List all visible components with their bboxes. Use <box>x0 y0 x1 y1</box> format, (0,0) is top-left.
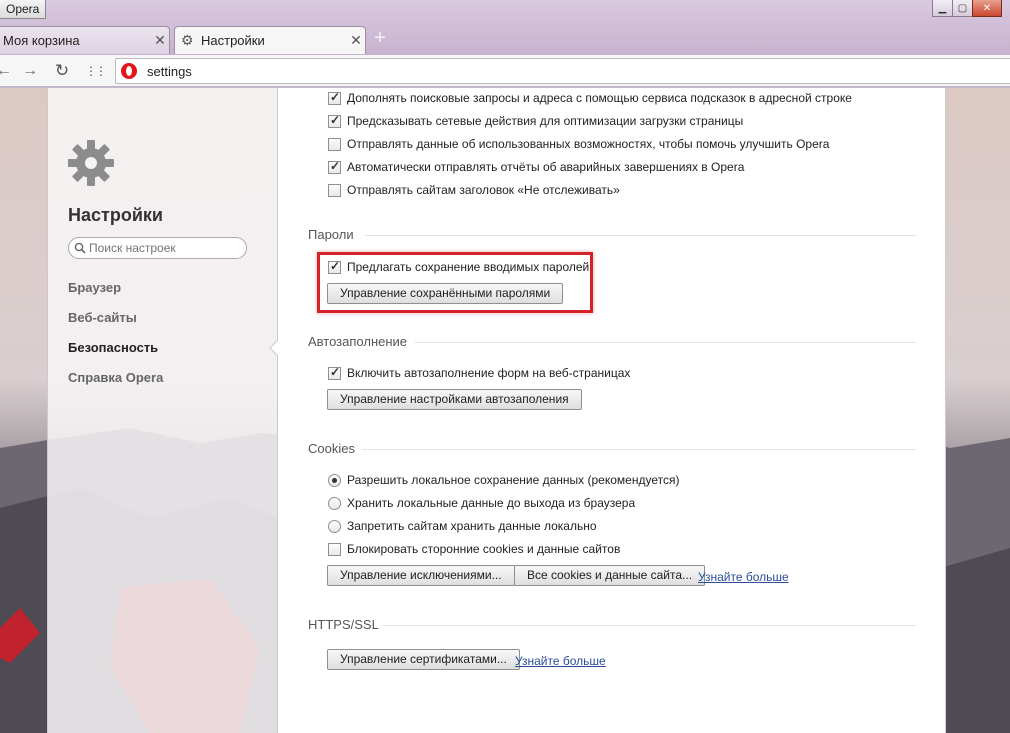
sidebar-item-security[interactable]: Безопасность <box>68 340 158 355</box>
manage-certificates-button[interactable]: Управление сертификатами... <box>327 649 520 670</box>
sidebar-item-websites[interactable]: Веб-сайты <box>68 310 137 325</box>
radio-button[interactable] <box>328 519 341 533</box>
checkbox[interactable] <box>328 137 341 151</box>
sidebar-item-help[interactable]: Справка Opera <box>68 370 163 385</box>
search-icon <box>74 242 86 254</box>
option-label: Автоматически отправлять отчёты об авари… <box>347 160 745 174</box>
opera-logo-icon <box>121 63 137 79</box>
tab-label: Настройки <box>201 33 265 48</box>
tab-my-cart[interactable]: Моя корзина ✕ <box>0 26 170 54</box>
block-third-party-option[interactable]: Блокировать сторонние cookies и данные с… <box>328 542 620 556</box>
title-bar: Opera ▁ ▢ ✕ Моя корзина ✕ ⚙ Настройки ✕ … <box>0 0 1010 56</box>
close-window-icon[interactable]: ✕ <box>972 0 1002 17</box>
page-title: Настройки <box>68 205 163 225</box>
speed-dial-icon[interactable]: ⋮⋮ <box>85 61 107 81</box>
section-title-passwords: Пароли <box>308 227 354 242</box>
checkbox[interactable] <box>328 183 341 197</box>
privacy-option[interactable]: Отправлять сайтам заголовок «Не отслежив… <box>328 183 620 197</box>
radio-button[interactable] <box>328 473 341 487</box>
gear-icon: ⚙ <box>181 32 194 48</box>
offer-save-passwords-option[interactable]: Предлагать сохранение вводимых паролей <box>328 259 590 274</box>
tab-close-icon[interactable]: ✕ <box>151 32 169 49</box>
forward-arrow-icon[interactable]: → <box>20 61 40 81</box>
opera-menu-button[interactable]: Opera <box>0 0 47 19</box>
back-arrow-icon[interactable]: ← <box>0 61 14 81</box>
sidebar-item-browser[interactable]: Браузер <box>68 280 121 295</box>
cookie-option[interactable]: Разрешить локальное сохранение данных (р… <box>328 473 679 487</box>
option-label: Отправлять данные об использованных возм… <box>347 137 830 151</box>
new-tab-button[interactable]: + <box>371 28 389 48</box>
learn-more-link[interactable]: Узнайте больше <box>698 570 789 584</box>
checkbox[interactable] <box>328 90 341 105</box>
settings-content: Дополнять поисковые запросы и адреса с п… <box>278 88 946 733</box>
privacy-option[interactable]: Предсказывать сетевые действия для оптим… <box>328 113 744 128</box>
option-label: Дополнять поисковые запросы и адреса с п… <box>347 91 852 105</box>
checkbox[interactable] <box>328 259 341 274</box>
section-title-https: HTTPS/SSL <box>308 617 379 632</box>
section-title-cookies: Cookies <box>308 441 355 456</box>
search-input[interactable] <box>89 240 239 256</box>
tab-close-icon[interactable]: ✕ <box>347 32 365 49</box>
radio-button[interactable] <box>328 496 341 510</box>
manage-autofill-button[interactable]: Управление настройками автозаполения <box>327 389 582 410</box>
privacy-option[interactable]: Автоматически отправлять отчёты об авари… <box>328 159 745 174</box>
option-label: Включить автозаполнение форм на веб-стра… <box>347 366 631 380</box>
cookie-option[interactable]: Запретить сайтам хранить данные локально <box>328 519 597 533</box>
section-divider <box>383 625 916 626</box>
settings-sidebar: Настройки Браузер Веб-сайты Безопасность… <box>47 88 279 733</box>
option-label: Хранить локальные данные до выхода из бр… <box>347 496 636 510</box>
option-label: Отправлять сайтам заголовок «Не отслежив… <box>347 183 620 197</box>
checkbox[interactable] <box>328 159 341 174</box>
option-label: Предлагать сохранение вводимых паролей <box>347 260 590 274</box>
address-text[interactable]: settings <box>147 64 192 79</box>
privacy-option[interactable]: Отправлять данные об использованных возм… <box>328 137 829 151</box>
maximize-icon[interactable]: ▢ <box>952 0 973 17</box>
minimize-icon[interactable]: ▁ <box>932 0 953 17</box>
window-controls: ▁ ▢ ✕ <box>932 0 1002 17</box>
manage-exceptions-button[interactable]: Управление исключениями... <box>327 565 515 586</box>
manage-passwords-button[interactable]: Управление сохранёнными паролями <box>327 283 564 304</box>
gear-icon <box>68 140 114 186</box>
tab-label: Моя корзина <box>3 33 80 48</box>
cookie-option[interactable]: Хранить локальные данные до выхода из бр… <box>328 496 635 510</box>
learn-more-link[interactable]: Узнайте больше <box>515 654 606 668</box>
tab-settings[interactable]: ⚙ Настройки ✕ <box>174 26 366 54</box>
option-label: Запретить сайтам хранить данные локально <box>347 519 597 533</box>
enable-autofill-option[interactable]: Включить автозаполнение форм на веб-стра… <box>328 365 631 380</box>
checkbox[interactable] <box>328 542 341 556</box>
all-cookies-button[interactable]: Все cookies и данные сайта... <box>514 565 706 586</box>
section-title-autofill: Автозаполнение <box>308 334 408 349</box>
section-divider <box>362 449 916 450</box>
search-box[interactable] <box>68 237 247 259</box>
section-divider <box>415 342 916 343</box>
option-label: Предсказывать сетевые действия для оптим… <box>347 114 744 128</box>
toolbar: ← → ↻ ⋮⋮ settings <box>0 55 1010 87</box>
checkbox[interactable] <box>328 365 341 380</box>
privacy-option[interactable]: Дополнять поисковые запросы и адреса с п… <box>328 90 852 105</box>
section-divider <box>365 235 916 236</box>
checkbox[interactable] <box>328 113 341 128</box>
reload-icon[interactable]: ↻ <box>52 61 72 81</box>
address-bar[interactable]: settings <box>115 58 1010 84</box>
option-label: Блокировать сторонние cookies и данные с… <box>347 542 621 556</box>
option-label: Разрешить локальное сохранение данных (р… <box>347 473 680 487</box>
